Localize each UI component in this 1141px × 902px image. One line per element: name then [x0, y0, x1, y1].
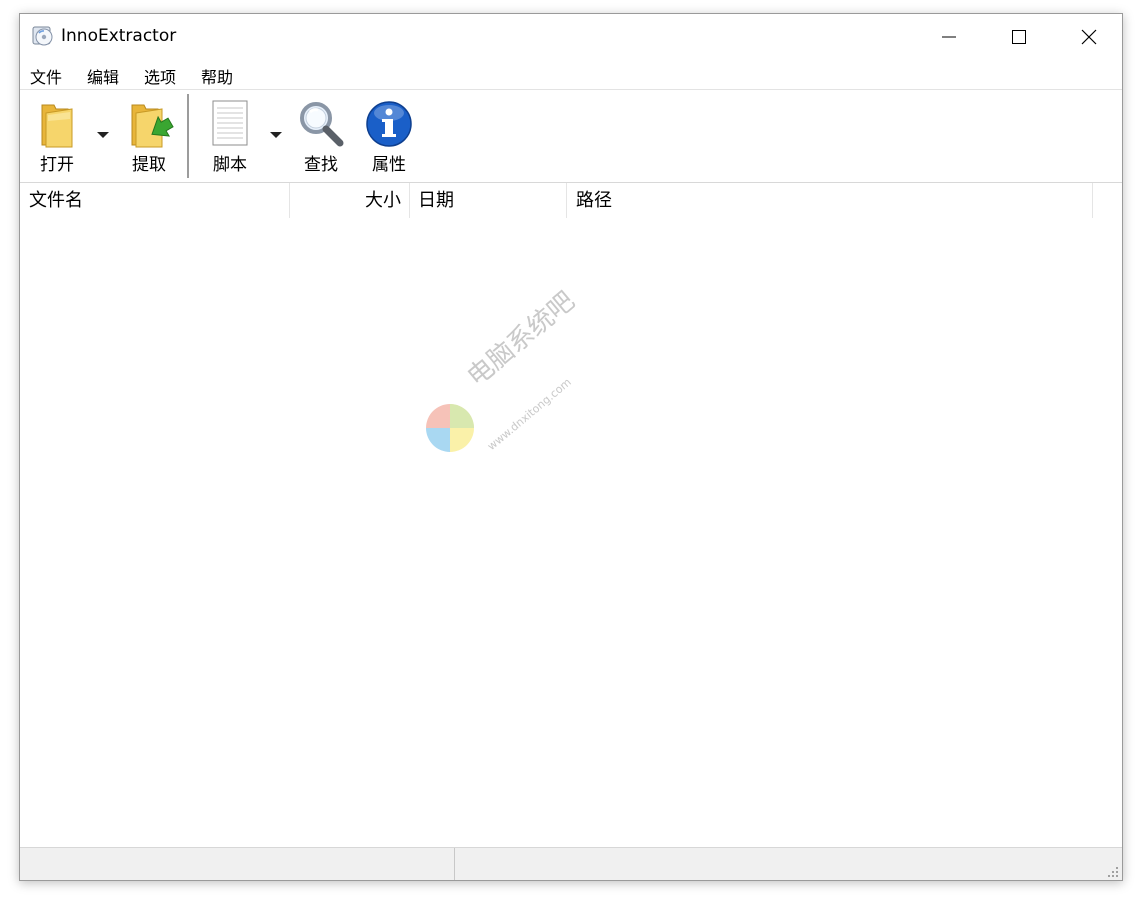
extract-button[interactable]: 提取 [120, 95, 178, 177]
open-button[interactable]: 打开 [28, 95, 86, 177]
app-window: InnoExtractor 文件 编辑 选项 帮助 打开 提取 脚本 查找 属性… [19, 13, 1123, 881]
find-label: 查找 [304, 155, 338, 175]
extract-label: 提取 [132, 155, 166, 175]
title-bar[interactable]: InnoExtractor [20, 14, 1122, 60]
script-label: 脚本 [213, 155, 247, 175]
status-pane-left [20, 848, 455, 880]
toolbar: 打开 提取 脚本 查找 属性 [20, 89, 1122, 183]
minimize-button[interactable] [914, 14, 984, 60]
menu-edit[interactable]: 编辑 [87, 64, 119, 88]
watermark-url: www.dnxitong.com [485, 375, 574, 453]
open-label: 打开 [40, 155, 74, 175]
menu-options[interactable]: 选项 [144, 64, 176, 88]
properties-label: 属性 [372, 155, 406, 175]
magnifier-icon [297, 99, 345, 153]
minimize-icon [942, 36, 956, 38]
maximize-button[interactable] [984, 14, 1054, 60]
column-header-size[interactable]: 大小 [290, 183, 410, 218]
close-button[interactable] [1054, 14, 1124, 60]
watermark: 电脑系统吧 www.dnxitong.com [403, 286, 603, 483]
resize-grip-icon[interactable] [1106, 864, 1120, 878]
list-header: 文件名 大小 日期 路径 [20, 183, 1093, 218]
menu-help[interactable]: 帮助 [201, 64, 233, 88]
column-header-path[interactable]: 路径 [567, 183, 1093, 218]
folder-extract-icon [128, 99, 174, 153]
column-header-date[interactable]: 日期 [410, 183, 567, 218]
status-bar [20, 847, 1122, 880]
toolbar-separator [187, 94, 190, 178]
info-icon [365, 99, 413, 153]
status-pane-right [456, 848, 1096, 880]
script-dropdown-arrow[interactable] [270, 132, 282, 138]
column-header-filename[interactable]: 文件名 [20, 183, 290, 218]
menu-bar: 文件 编辑 选项 帮助 [20, 62, 1122, 88]
file-list[interactable]: 文件名 大小 日期 路径 电脑系统吧 www.dnxitong.com [20, 182, 1122, 849]
disc-icon [32, 25, 54, 47]
open-dropdown-arrow[interactable] [97, 132, 109, 138]
find-button[interactable]: 查找 [292, 95, 350, 177]
close-icon [1081, 29, 1097, 45]
watermark-text: 电脑系统吧 [461, 286, 581, 393]
maximize-icon [1012, 30, 1026, 44]
window-title: InnoExtractor [61, 26, 177, 46]
document-icon [210, 99, 250, 153]
script-button[interactable]: 脚本 [203, 95, 257, 177]
folder-icon [38, 99, 78, 153]
menu-file[interactable]: 文件 [30, 64, 62, 88]
properties-button[interactable]: 属性 [360, 95, 418, 177]
